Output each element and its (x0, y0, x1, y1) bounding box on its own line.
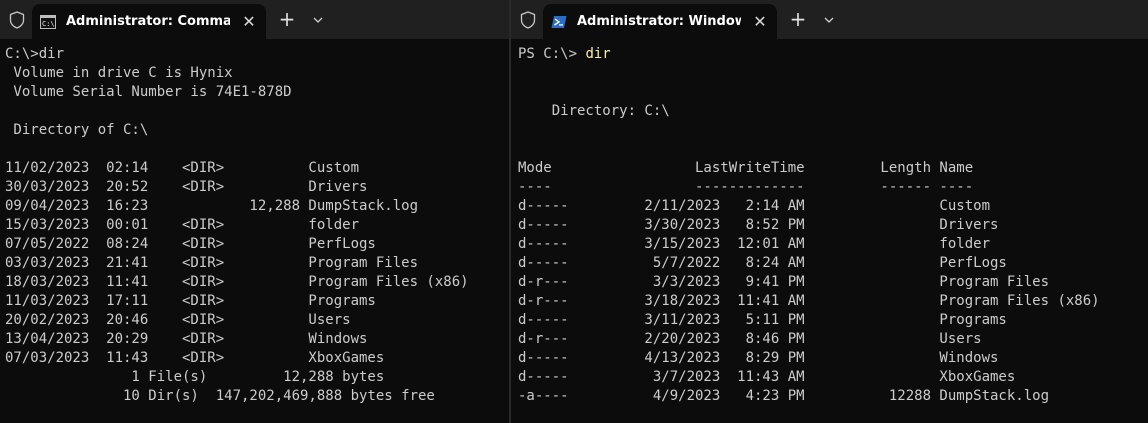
terminal-output[interactable]: PS C:\> dir Directory: C:\ Mode LastWrite… (511, 41, 1148, 423)
chevron-down-icon[interactable] (307, 8, 329, 32)
output-line: 30/03/2023 20:52 <DIR> Drivers (5, 179, 368, 195)
output-line: d-r--- 3/3/2023 9:41 PM Program Files (518, 274, 1050, 290)
output-line: 09/04/2023 16:23 12,288 DumpStack.log (5, 198, 419, 214)
output-line: Volume in drive C is Hynix (5, 65, 233, 81)
output-line: d----- 4/13/2023 8:29 PM Windows (518, 350, 999, 366)
output-line: 13/04/2023 20:29 <DIR> Windows (5, 331, 368, 347)
new-tab-button[interactable]: + (785, 8, 811, 32)
new-tab-button[interactable]: + (274, 8, 300, 32)
titlebar: C:\ Administrator: Command Pro ✕ + (0, 0, 509, 39)
cmd-icon: C:\ (40, 14, 56, 29)
shield-icon (6, 9, 28, 31)
output-line: Volume Serial Number is 74E1-878D (5, 84, 292, 100)
output-line: 20/02/2023 20:46 <DIR> Users (5, 312, 351, 328)
output-line: d----- 3/11/2023 5:11 PM Programs (518, 312, 1007, 328)
output-line: 07/03/2023 11:43 <DIR> XboxGames (5, 350, 385, 366)
cmd-window[interactable]: C:\ Administrator: Command Pro ✕ + C:\>d… (0, 0, 509, 423)
tab-command-prompt[interactable]: C:\ Administrator: Command Pro ✕ (32, 4, 266, 39)
output-line: 1 File(s) 12,288 bytes (5, 369, 385, 385)
powershell-window[interactable]: Administrator: Windows Powe ✕ + PS C:\> … (511, 0, 1148, 423)
tab-windows-powershell[interactable]: Administrator: Windows Powe ✕ (543, 4, 777, 39)
output-line: -a---- 4/9/2023 4:23 PM 12288 DumpStack.… (518, 388, 1050, 404)
tab-title: Administrator: Command Pro (66, 14, 230, 29)
output-line: 11/03/2023 17:11 <DIR> Programs (5, 293, 376, 309)
output-line: d----- 3/30/2023 8:52 PM Drivers (518, 217, 999, 233)
output-line: d----- 2/11/2023 2:14 AM Custom (518, 198, 991, 214)
output-line: 18/03/2023 11:41 <DIR> Program Files (x8… (5, 274, 469, 290)
prompt: PS C:\> (518, 46, 586, 62)
output-line: 07/05/2022 08:24 <DIR> PerfLogs (5, 236, 376, 252)
close-tab-icon[interactable]: ✕ (240, 13, 258, 31)
prompt-line: PS C:\> dir (511, 45, 1148, 64)
output-line: Mode LastWriteTime Length Name (518, 160, 974, 176)
terminal-output[interactable]: C:\>dir Volume in drive C is Hynix Volum… (0, 41, 509, 423)
chevron-down-icon[interactable] (818, 8, 840, 32)
output-line: 11/02/2023 02:14 <DIR> Custom (5, 160, 360, 176)
output-line: C:\>dir (5, 46, 65, 62)
output-line: d----- 3/7/2023 11:43 AM XboxGames (518, 369, 1016, 385)
output-line: d-r--- 3/18/2023 11:41 AM Program Files … (518, 293, 1100, 309)
output-line: Directory of C:\ (5, 122, 149, 138)
output-line: Directory: C:\ (518, 103, 670, 119)
close-tab-icon[interactable]: ✕ (751, 13, 769, 31)
command: dir (585, 46, 611, 62)
output-line: d-r--- 2/20/2023 8:46 PM Users (518, 331, 982, 347)
output-line: d----- 3/15/2023 12:01 AM folder (518, 236, 991, 252)
powershell-icon (551, 14, 567, 28)
svg-text:C:\: C:\ (42, 20, 55, 28)
output-line: 03/03/2023 21:41 <DIR> Program Files (5, 255, 419, 271)
output-line: d----- 5/7/2022 8:24 AM PerfLogs (518, 255, 1007, 271)
shield-icon (517, 9, 539, 31)
tab-title: Administrator: Windows Powe (577, 14, 741, 29)
titlebar: Administrator: Windows Powe ✕ + (511, 0, 1148, 39)
output-line: ---- ------------- ------ ---- (518, 179, 974, 195)
output-line: 15/03/2023 00:01 <DIR> folder (5, 217, 360, 233)
output-line: 10 Dir(s) 147,202,469,888 bytes free (5, 388, 435, 404)
